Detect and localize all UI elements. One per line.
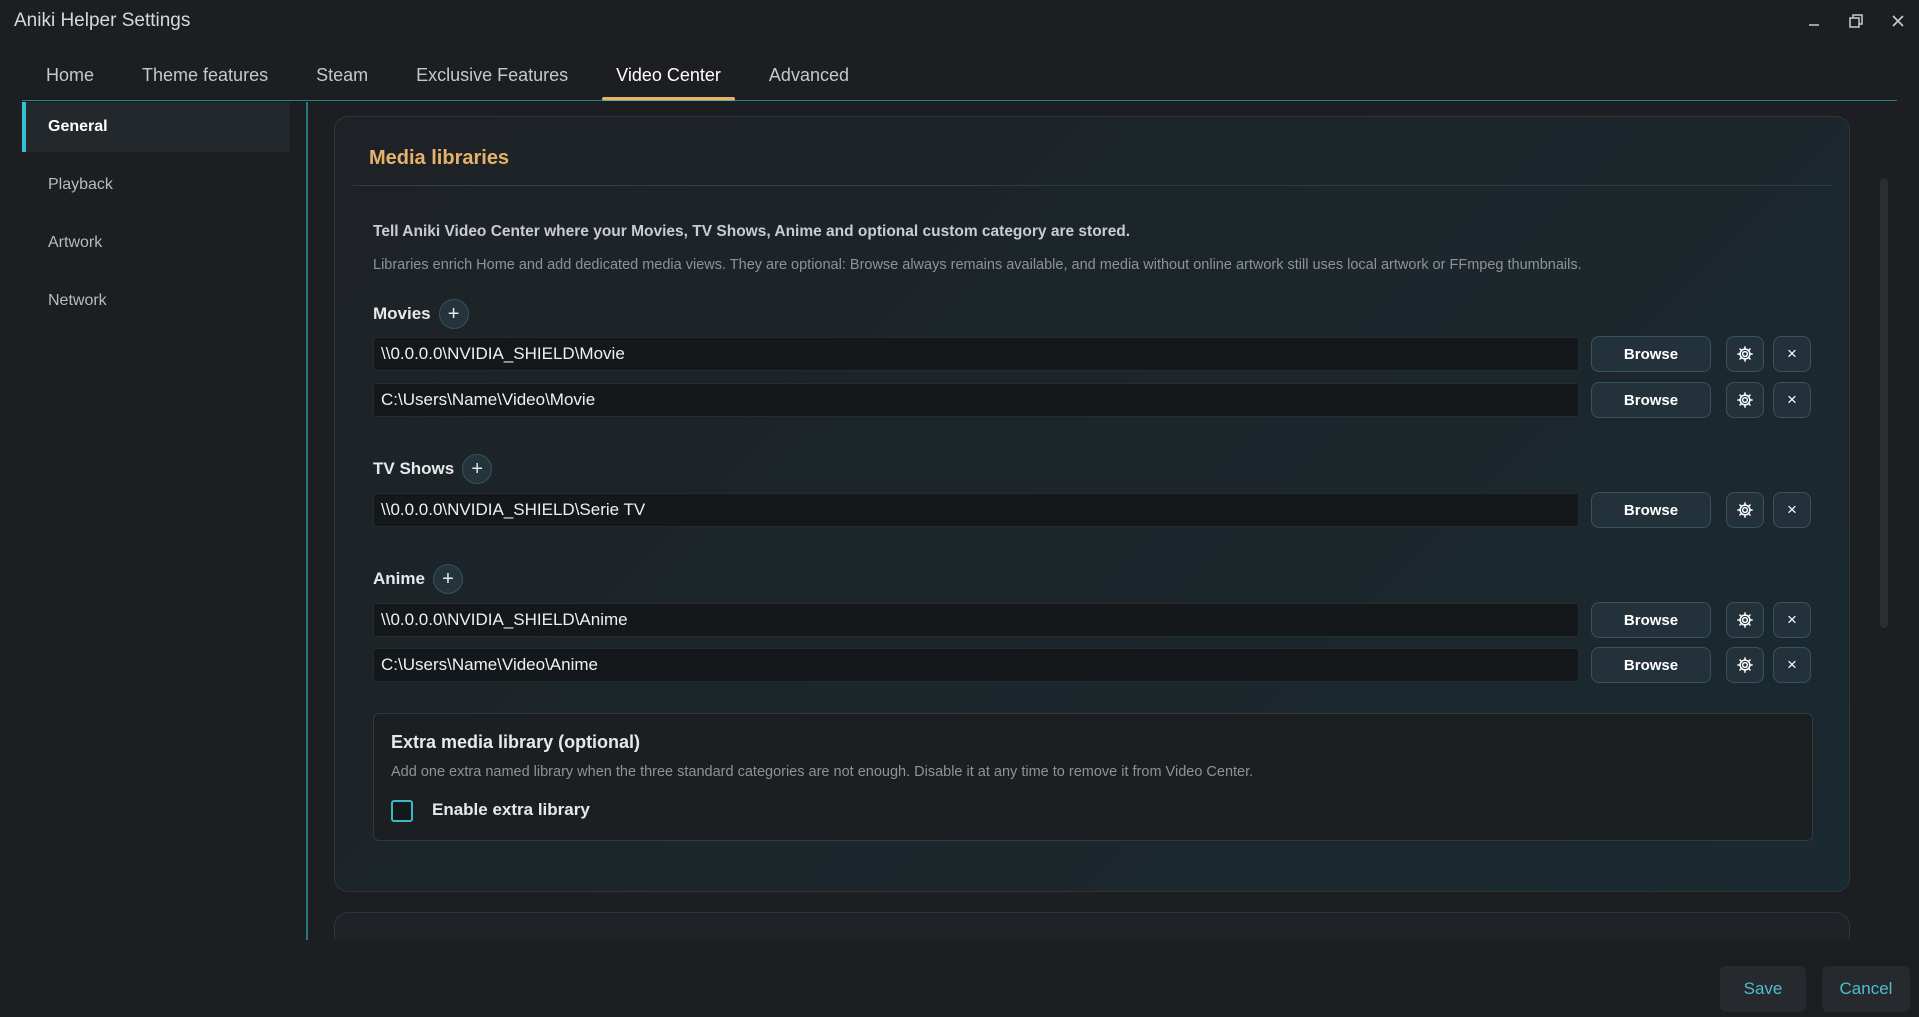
- title-bar: Aniki Helper Settings: [0, 0, 1919, 42]
- main-tabs: Home Theme features Steam Exclusive Feat…: [22, 54, 873, 102]
- extra-library-description: Add one extra named library when the thr…: [391, 764, 1254, 780]
- window-controls: [1793, 0, 1919, 42]
- category-label: Anime: [373, 569, 425, 588]
- enable-extra-library-label[interactable]: Enable extra library: [432, 800, 590, 820]
- section-title: Media libraries: [369, 147, 510, 169]
- library-settings-button[interactable]: [1726, 382, 1764, 418]
- gear-icon: [1737, 346, 1753, 362]
- category-label: Movies: [373, 304, 431, 323]
- remove-library-button[interactable]: ×: [1773, 602, 1811, 638]
- hint-text: Libraries enrich Home and add dedicated …: [373, 257, 1582, 273]
- sidebar-item-general[interactable]: General: [22, 102, 290, 152]
- add-anime-button[interactable]: +: [432, 564, 463, 594]
- sidebar-divider: [306, 102, 308, 940]
- minimize-button[interactable]: [1793, 0, 1835, 42]
- tab-theme-features[interactable]: Theme features: [118, 54, 292, 102]
- library-path-input[interactable]: C:\Users\Name\Video\Movie: [373, 383, 1579, 417]
- category-label: TV Shows: [373, 459, 455, 478]
- cancel-button[interactable]: Cancel: [1822, 966, 1910, 1012]
- gear-icon: [1737, 657, 1753, 673]
- browse-button[interactable]: Browse: [1591, 602, 1711, 638]
- save-button[interactable]: Save: [1720, 966, 1806, 1012]
- tab-video-center[interactable]: Video Center: [592, 54, 745, 102]
- library-path-input[interactable]: \\0.0.0.0\NVIDIA_SHIELD\Serie TV: [373, 493, 1579, 527]
- restore-icon: [1849, 14, 1863, 28]
- add-tv-shows-button[interactable]: +: [462, 454, 493, 484]
- browse-button[interactable]: Browse: [1591, 336, 1711, 372]
- window-title: Aniki Helper Settings: [14, 10, 191, 31]
- sidebar-item-playback[interactable]: Playback: [22, 160, 290, 210]
- sidebar: General Playback Artwork Network: [22, 102, 290, 940]
- vertical-scrollbar[interactable]: [1880, 178, 1888, 628]
- gear-icon: [1737, 502, 1753, 518]
- minimize-icon: [1809, 24, 1819, 26]
- tv-shows-label: TV Shows +: [373, 454, 493, 484]
- tab-exclusive-features[interactable]: Exclusive Features: [392, 54, 592, 102]
- tabs-divider: [22, 100, 1897, 101]
- library-path-input[interactable]: \\0.0.0.0\NVIDIA_SHIELD\Movie: [373, 337, 1579, 371]
- close-icon: [1892, 15, 1904, 27]
- remove-library-button[interactable]: ×: [1773, 382, 1811, 418]
- content-clip: [300, 940, 1890, 1017]
- library-settings-button[interactable]: [1726, 602, 1764, 638]
- enable-extra-library-checkbox[interactable]: [391, 800, 413, 822]
- anime-label: Anime +: [373, 564, 463, 594]
- tab-advanced[interactable]: Advanced: [745, 54, 873, 102]
- media-libraries-card: Media libraries Tell Aniki Video Center …: [334, 116, 1850, 892]
- sidebar-item-artwork[interactable]: Artwork: [22, 218, 290, 268]
- tab-home[interactable]: Home: [22, 54, 118, 102]
- section-divider: [353, 185, 1833, 186]
- tab-steam[interactable]: Steam: [292, 54, 392, 102]
- library-path-input[interactable]: \\0.0.0.0\NVIDIA_SHIELD\Anime: [373, 603, 1579, 637]
- library-row: \\0.0.0.0\NVIDIA_SHIELD\Movie Browse ×: [373, 336, 1813, 372]
- close-window-button[interactable]: [1877, 0, 1919, 42]
- library-row: \\0.0.0.0\NVIDIA_SHIELD\Anime Browse ×: [373, 602, 1813, 638]
- remove-library-button[interactable]: ×: [1773, 336, 1811, 372]
- gear-icon: [1737, 392, 1753, 408]
- library-row: C:\Users\Name\Video\Movie Browse ×: [373, 382, 1813, 418]
- browse-button[interactable]: Browse: [1591, 382, 1711, 418]
- extra-library-box: Extra media library (optional) Add one e…: [373, 713, 1813, 841]
- browse-button[interactable]: Browse: [1591, 647, 1711, 683]
- extra-library-title: Extra media library (optional): [391, 732, 641, 752]
- library-row: \\0.0.0.0\NVIDIA_SHIELD\Serie TV Browse …: [373, 492, 1813, 528]
- remove-library-button[interactable]: ×: [1773, 492, 1811, 528]
- maximize-button[interactable]: [1835, 0, 1877, 42]
- gear-icon: [1737, 612, 1753, 628]
- library-settings-button[interactable]: [1726, 336, 1764, 372]
- library-row: C:\Users\Name\Video\Anime Browse ×: [373, 647, 1813, 683]
- remove-library-button[interactable]: ×: [1773, 647, 1811, 683]
- sidebar-item-network[interactable]: Network: [22, 276, 290, 326]
- browse-button[interactable]: Browse: [1591, 492, 1711, 528]
- library-settings-button[interactable]: [1726, 647, 1764, 683]
- library-path-input[interactable]: C:\Users\Name\Video\Anime: [373, 648, 1579, 682]
- movies-label: Movies +: [373, 299, 469, 329]
- intro-text: Tell Aniki Video Center where your Movie…: [373, 223, 1131, 240]
- add-movies-button[interactable]: +: [438, 299, 469, 329]
- library-settings-button[interactable]: [1726, 492, 1764, 528]
